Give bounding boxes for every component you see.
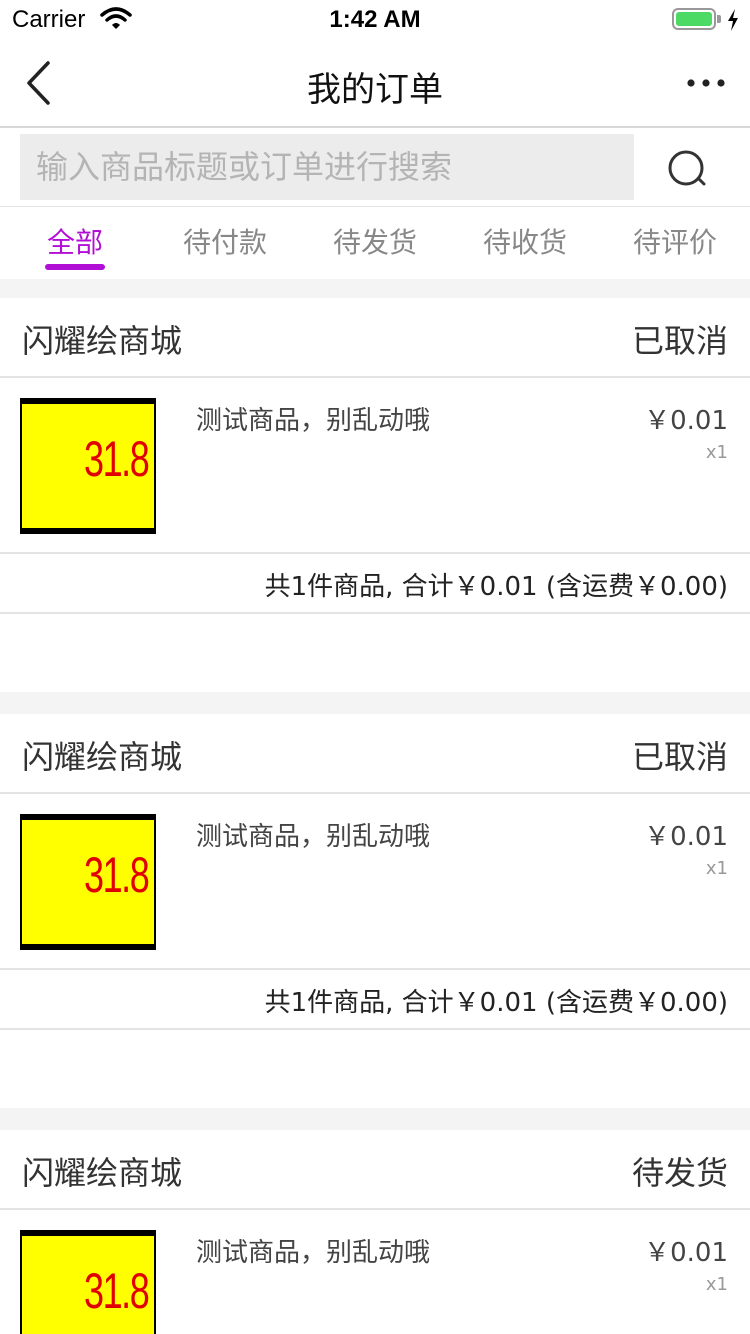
- thumbnail-text: 31.8: [83, 1263, 150, 1319]
- tab-pending-receipt[interactable]: 待收货: [450, 207, 600, 279]
- product-thumbnail[interactable]: 31.8: [20, 1230, 156, 1334]
- order-status: 待发货: [631, 1154, 728, 1192]
- order-card[interactable]: 闪耀绘商城 已取消 31.8 测试商品，别乱动哦 ￥0.01 x1 共1件商品,…: [0, 298, 750, 692]
- search-icon[interactable]: [664, 146, 712, 194]
- search-input[interactable]: [20, 134, 634, 200]
- order-summary-text: 共1件商品, 合计￥0.01 (含运费￥0.00): [264, 988, 728, 1018]
- tab-pending-review[interactable]: 待评价: [600, 207, 750, 279]
- order-tabs: 全部 待付款 待发货 待收货 待评价: [0, 207, 750, 279]
- battery-tip: [717, 15, 721, 23]
- product-price: ￥0.01: [644, 822, 728, 852]
- product-name: 测试商品，别乱动哦: [196, 822, 431, 852]
- active-tab-indicator: [45, 264, 105, 270]
- order-summary: 共1件商品, 合计￥0.01 (含运费￥0.00): [0, 554, 750, 614]
- product-quantity: x1: [705, 1274, 728, 1295]
- product-price: ￥0.01: [644, 1238, 728, 1268]
- order-status: 已取消: [631, 738, 728, 776]
- clock: 1:42 AM: [329, 6, 421, 33]
- page-title: 我的订单: [307, 70, 443, 110]
- product-thumbnail[interactable]: 31.8: [20, 814, 156, 950]
- status-bar: Carrier 1:42 AM: [0, 0, 750, 40]
- order-card[interactable]: 闪耀绘商城 已取消 31.8 测试商品，别乱动哦 ￥0.01 x1 共1件商品,…: [0, 714, 750, 1108]
- order-header: 闪耀绘商城 已取消: [0, 714, 750, 794]
- order-header: 闪耀绘商城 已取消: [0, 298, 750, 378]
- product-price: ￥0.01: [644, 406, 728, 436]
- shop-name[interactable]: 闪耀绘商城: [22, 316, 182, 362]
- product-name: 测试商品，别乱动哦: [196, 1238, 431, 1268]
- product-thumbnail[interactable]: 31.8: [20, 398, 156, 534]
- tab-pending-payment[interactable]: 待付款: [150, 207, 300, 279]
- search-bar: [0, 128, 750, 207]
- order-item[interactable]: 31.8 测试商品，别乱动哦 ￥0.01 x1: [0, 378, 750, 554]
- more-dots-icon[interactable]: [686, 78, 726, 88]
- product-quantity: x1: [705, 442, 728, 463]
- order-card[interactable]: 闪耀绘商城 待发货 31.8 测试商品，别乱动哦 ￥0.01 x1: [0, 1130, 750, 1334]
- shop-name[interactable]: 闪耀绘商城: [22, 1148, 182, 1194]
- order-header: 闪耀绘商城 待发货: [0, 1130, 750, 1210]
- order-status: 已取消: [631, 322, 728, 360]
- product-quantity: x1: [705, 858, 728, 879]
- order-item[interactable]: 31.8 测试商品，别乱动哦 ￥0.01 x1: [0, 1210, 750, 1334]
- product-name: 测试商品，别乱动哦: [196, 406, 431, 436]
- charging-bolt-icon: [728, 9, 738, 31]
- shop-name[interactable]: 闪耀绘商城: [22, 732, 182, 778]
- order-summary-text: 共1件商品, 合计￥0.01 (含运费￥0.00): [264, 572, 728, 602]
- nav-bar: 我的订单: [0, 40, 750, 128]
- thumbnail-text: 31.8: [83, 847, 150, 903]
- order-summary: 共1件商品, 合计￥0.01 (含运费￥0.00): [0, 970, 750, 1030]
- battery-icon: [672, 8, 716, 30]
- thumbnail-text: 31.8: [83, 431, 150, 487]
- tab-pending-shipment[interactable]: 待发货: [300, 207, 450, 279]
- order-item[interactable]: 31.8 测试商品，别乱动哦 ￥0.01 x1: [0, 794, 750, 970]
